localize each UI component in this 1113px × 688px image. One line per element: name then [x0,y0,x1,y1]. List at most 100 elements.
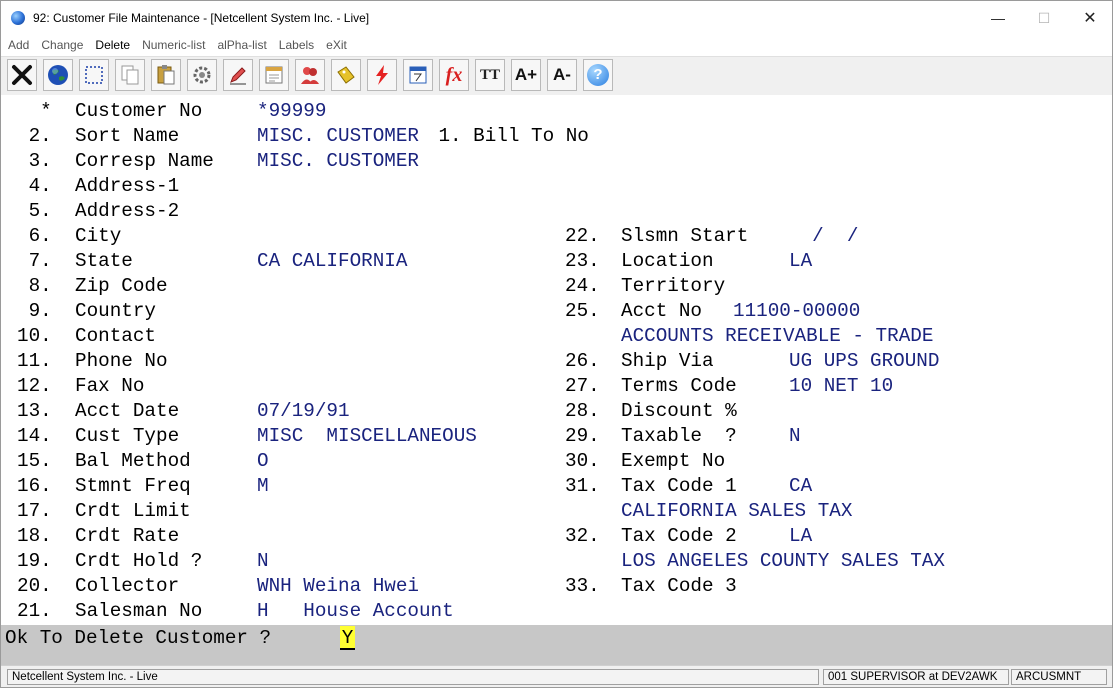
close-button[interactable]: ✕ [1067,1,1112,35]
form-field-row[interactable]: 24. Territory [565,274,789,299]
paste-button[interactable] [151,59,181,91]
field-number: 9. [17,300,52,322]
form-field-row[interactable]: LOS ANGELES COUNTY SALES TAX [565,549,945,574]
menu-numeric-list[interactable]: Numeric-list [137,38,210,52]
lightning-button[interactable] [367,59,397,91]
field-number: 12. [17,375,52,397]
menu-alpha-list[interactable]: alPha-list [212,38,271,52]
help-icon: ? [587,64,609,86]
field-value: LOS ANGELES COUNTY SALES TAX [621,550,945,572]
field-value: UG UPS GROUND [789,350,940,372]
menu-change[interactable]: Change [36,38,88,52]
field-value: WNH Weina Hwei [257,575,419,597]
form-field-row[interactable]: CALIFORNIA SALES TAX [565,499,852,524]
bill-to-field[interactable]: 1. Bill To No [369,99,588,147]
field-label: City [75,225,122,247]
settings-icon [193,66,211,84]
form-field-row[interactable]: 3. Corresp Name MISC. CUSTOMER [17,149,419,174]
form-field-row[interactable]: 30. Exempt No [565,449,789,474]
form-field-row[interactable]: 8. Zip Code [17,274,257,299]
menu-add[interactable]: Add [3,38,34,52]
menu-labels[interactable]: Labels [274,38,319,52]
menu-exit[interactable]: eXit [321,38,352,52]
field-label: Country [75,300,156,322]
field-label: Corresp Name [75,150,214,172]
form-field-row[interactable]: 14. Cust Type MISC MISCELLANEOUS [17,424,477,449]
field-value: ACCOUNTS RECEIVABLE - TRADE [621,325,934,347]
font-size-button[interactable]: TT [475,59,505,91]
help-button[interactable]: ? [583,59,613,91]
form-field-row[interactable]: 13. Acct Date 07/19/91 [17,399,350,424]
form-field-row[interactable]: 22. Slsmn Start / / [565,224,858,249]
label-button[interactable] [331,59,361,91]
form-field-row[interactable]: 5. Address-2 [17,199,257,224]
form-field-row[interactable]: 31. Tax Code 1 CA [565,474,812,499]
form-field-row[interactable]: 6. City [17,224,257,249]
form-field-row[interactable]: 27. Terms Code 10 NET 10 [565,374,893,399]
field-label: Cust Type [75,425,180,447]
users-button[interactable] [295,59,325,91]
form-field-row[interactable]: 15. Bal Method O [17,449,269,474]
form-field-row[interactable]: 2. Sort Name MISC. CUSTOMER [17,124,419,149]
font-decrease-button[interactable]: A- [547,59,577,91]
form-field-row[interactable]: * Customer No *99999 [17,99,326,124]
field-number: 33. [565,575,600,597]
field-value: O [257,450,269,472]
function-button[interactable]: fx [439,59,469,91]
font-decrease-icon: A- [553,65,571,84]
form-field-row[interactable]: 11. Phone No [17,349,257,374]
label-icon [337,66,355,84]
globe-button[interactable] [43,59,73,91]
prompt-input[interactable]: Y [340,626,355,650]
field-label: Ship Via [621,350,714,372]
prompt-bar: Ok To Delete Customer ? Y [1,625,1112,665]
field-number: 8. [17,275,52,297]
form-field-row[interactable]: 32. Tax Code 2 LA [565,524,812,549]
field-label: Tax Code 3 [621,575,737,597]
field-number: 21. [17,600,52,622]
field-label: Discount % [621,400,737,422]
menu-delete[interactable]: Delete [90,38,135,52]
form-field-row[interactable]: 18. Crdt Rate [17,524,257,549]
form-field-row[interactable]: 17. Crdt Limit [17,499,257,524]
field-number: * [17,100,52,122]
exit-button[interactable] [7,59,37,91]
edit-button[interactable] [223,59,253,91]
field-label: Territory [621,275,726,297]
font-increase-icon: A+ [514,65,538,84]
form-field-row[interactable]: 23. Location LA [565,249,812,274]
calculator-button[interactable] [403,59,433,91]
form-field-row[interactable]: 25. Acct No 11100-00000 [565,299,860,324]
form-field-row[interactable]: 26. Ship Via UG UPS GROUND [565,349,939,374]
bill-to-label: 1. Bill To No [438,125,589,147]
form-field-row[interactable]: 28. Discount % [565,399,789,424]
form-field-row[interactable]: 12. Fax No [17,374,257,399]
copy-button[interactable] [115,59,145,91]
form-field-row[interactable]: 19. Crdt Hold ? N [17,549,269,574]
copy-icon [121,65,139,85]
status-user: 001 SUPERVISOR at DEV2AWK [823,669,1009,685]
form-field-row[interactable]: ACCOUNTS RECEIVABLE - TRADE [565,324,933,349]
field-value: MISC MISCELLANEOUS [257,425,477,447]
field-value: LA [789,525,813,547]
maximize-button[interactable]: ☐ [1021,1,1067,35]
minimize-button[interactable]: — [975,1,1021,35]
field-label: Tax Code 2 [621,525,737,547]
form-field-row[interactable]: 7. State CA CALIFORNIA [17,249,408,274]
select-button[interactable] [79,59,109,91]
form-field-row[interactable]: 33. Tax Code 3 [565,574,789,599]
form-field-row[interactable]: 16. Stmnt Freq M [17,474,269,499]
field-number: 22. [565,225,600,247]
form-field-row[interactable]: 10. Contact [17,324,257,349]
form-field-row[interactable]: 20. Collector WNH Weina Hwei [17,574,419,599]
function-icon: fx [445,63,463,86]
form-field-row[interactable]: 9. Country [17,299,257,324]
settings-button[interactable] [187,59,217,91]
form-field-row[interactable]: 29. Taxable ? N [565,424,801,449]
notes-button[interactable] [259,59,289,91]
menu-bar: Add Change Delete Numeric-list alPha-lis… [1,35,1112,55]
font-increase-button[interactable]: A+ [511,59,541,91]
field-number: 10. [17,325,52,347]
form-field-row[interactable]: 21. Salesman No H House Account [17,599,454,624]
form-field-row[interactable]: 4. Address-1 [17,174,257,199]
